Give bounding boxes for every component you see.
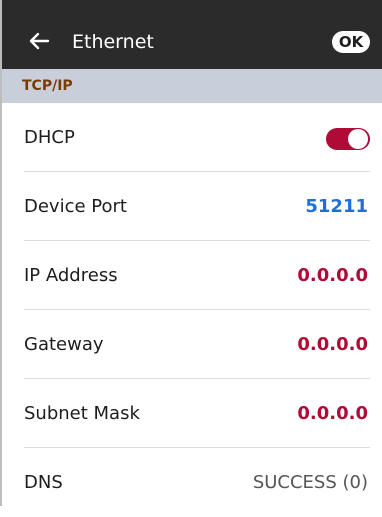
setting-label: Gateway: [24, 334, 104, 355]
setting-label: IP Address: [24, 265, 118, 286]
setting-row-dhcp[interactable]: DHCP: [0, 103, 382, 172]
setting-row-subnet-mask[interactable]: Subnet Mask 0.0.0.0: [0, 379, 382, 448]
setting-value: 0.0.0.0: [297, 403, 368, 424]
setting-label: DNS: [24, 472, 63, 493]
dhcp-toggle[interactable]: [326, 128, 370, 150]
setting-row-ip-address[interactable]: IP Address 0.0.0.0: [0, 241, 382, 310]
setting-row-device-port[interactable]: Device Port 51211: [0, 172, 382, 241]
setting-label: Subnet Mask: [24, 403, 140, 424]
setting-label: DHCP: [24, 127, 75, 148]
setting-value: SUCCESS (0): [252, 472, 368, 493]
ok-button[interactable]: OK: [332, 31, 370, 53]
setting-value: 0.0.0.0: [297, 334, 368, 355]
ethernet-settings-screen: Ethernet OK TCP/IP DHCP Device Port 5121…: [0, 0, 382, 506]
left-border: [0, 0, 2, 506]
setting-row-dns[interactable]: DNS SUCCESS (0): [0, 448, 382, 517]
setting-value: 51211: [305, 196, 368, 217]
setting-value: 0.0.0.0: [297, 265, 368, 286]
section-title: TCP/IP: [22, 78, 73, 94]
top-bar: Ethernet OK: [0, 0, 382, 69]
section-header-tcpip: TCP/IP: [0, 69, 382, 103]
arrow-left-icon: [29, 32, 50, 50]
setting-label: Device Port: [24, 196, 127, 217]
toggle-knob: [348, 129, 368, 149]
back-button[interactable]: [28, 30, 50, 52]
page-title: Ethernet: [72, 31, 154, 53]
setting-row-gateway[interactable]: Gateway 0.0.0.0: [0, 310, 382, 379]
